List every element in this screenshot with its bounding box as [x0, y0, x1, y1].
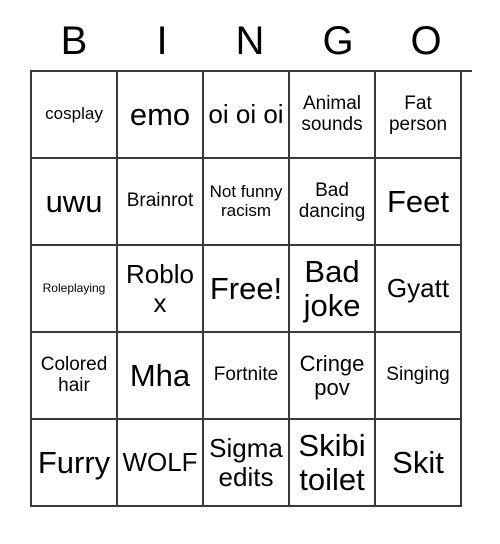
bingo-cell-label: cosplay	[45, 104, 103, 124]
bingo-card: B I N G O cosplay emo oi oi oi Animal so…	[30, 12, 472, 507]
bingo-cell[interactable]: Brainrot	[118, 159, 204, 246]
bingo-cell-label: Fat person	[388, 92, 448, 135]
bingo-cell-label: emo	[129, 96, 191, 132]
bingo-cell-label: Bad joke	[303, 254, 361, 323]
bingo-cell-label: Roleplaying	[42, 281, 106, 296]
bingo-cell-label: Feet	[386, 183, 450, 219]
bingo-cell[interactable]: Skit	[376, 420, 462, 507]
bingo-cell-label: Cringe pov	[299, 350, 365, 400]
bingo-cell-label: Furry	[37, 444, 111, 480]
bingo-cell[interactable]: Gyatt	[376, 246, 462, 333]
bingo-cell[interactable]: Cringe pov	[290, 333, 376, 420]
bingo-header-letter-g: G	[322, 19, 354, 63]
bingo-row: uwu Brainrot Not funny racism Bad dancin…	[32, 159, 472, 246]
bingo-cell[interactable]: Sigma edits	[204, 420, 290, 507]
bingo-cell-label: Not funny racism	[209, 182, 283, 220]
bingo-cell[interactable]: Roleplaying	[32, 246, 118, 333]
bingo-cell-label: Roblox	[126, 259, 194, 318]
bingo-cell-label: Bad dancing	[298, 179, 366, 222]
bingo-cell-label: oi oi oi	[208, 99, 284, 130]
bingo-cell[interactable]: Colored hair	[32, 333, 118, 420]
bingo-cell-label: Skibi toilet	[298, 428, 366, 497]
bingo-cell[interactable]: emo	[118, 72, 204, 159]
bingo-cell-label: WOLF	[122, 447, 198, 478]
bingo-row: Colored hair Mha Fortnite Cringe pov Sin…	[32, 333, 472, 420]
bingo-cell-label: Colored hair	[40, 353, 108, 396]
bingo-cell[interactable]: Feet	[376, 159, 462, 246]
bingo-cell-label: Skit	[392, 444, 444, 480]
bingo-cell-label: Singing	[386, 364, 450, 386]
bingo-cell-label: Free!	[209, 270, 283, 306]
bingo-grid: cosplay emo oi oi oi Animal sounds Fat p…	[30, 70, 472, 507]
bingo-header-letter-i: I	[156, 19, 168, 63]
bingo-header-letter-b: B	[60, 19, 88, 63]
bingo-row: Roleplaying Roblox Free! Bad joke Gyatt	[32, 246, 472, 333]
bingo-cell[interactable]: Roblox	[118, 246, 204, 333]
bingo-cell-label: Mha	[129, 357, 191, 393]
bingo-cell[interactable]: WOLF	[118, 420, 204, 507]
bingo-cell[interactable]: Fat person	[376, 72, 462, 159]
bingo-cell[interactable]: Singing	[376, 333, 462, 420]
bingo-cell-label: Sigma edits	[209, 433, 283, 492]
bingo-cell-free-space[interactable]: Free!	[204, 246, 290, 333]
bingo-cell[interactable]: Not funny racism	[204, 159, 290, 246]
bingo-cell-label: Brainrot	[126, 190, 194, 212]
bingo-cell-label: Fortnite	[213, 364, 279, 386]
bingo-cell[interactable]: cosplay	[32, 72, 118, 159]
bingo-cell-label: Gyatt	[386, 273, 450, 304]
bingo-cell[interactable]: Bad joke	[290, 246, 376, 333]
bingo-header-row: B I N G O	[30, 12, 470, 70]
bingo-row: Furry WOLF Sigma edits Skibi toilet Skit	[32, 420, 472, 507]
bingo-cell-label: uwu	[45, 183, 103, 219]
bingo-cell[interactable]: Mha	[118, 333, 204, 420]
bingo-header-letter-n: N	[235, 19, 265, 63]
bingo-header-letter-o: O	[410, 19, 442, 63]
bingo-cell[interactable]: Skibi toilet	[290, 420, 376, 507]
bingo-cell-label: Animal sounds	[301, 92, 363, 135]
bingo-cell[interactable]: Furry	[32, 420, 118, 507]
bingo-cell[interactable]: Bad dancing	[290, 159, 376, 246]
bingo-row: cosplay emo oi oi oi Animal sounds Fat p…	[32, 72, 472, 159]
bingo-cell[interactable]: Fortnite	[204, 333, 290, 420]
bingo-cell[interactable]: oi oi oi	[204, 72, 290, 159]
bingo-cell[interactable]: Animal sounds	[290, 72, 376, 159]
bingo-cell[interactable]: uwu	[32, 159, 118, 246]
